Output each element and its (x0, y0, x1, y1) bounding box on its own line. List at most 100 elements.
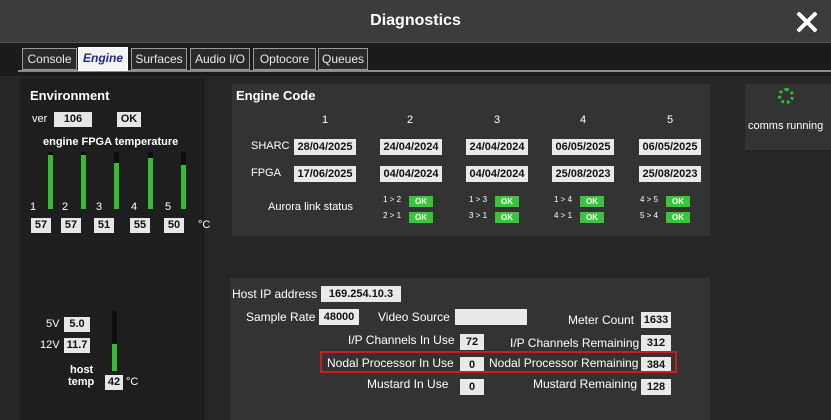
aurora-link-top-3: 1 > 4 (554, 195, 573, 204)
fpga-temp-bar-fill-3 (114, 163, 119, 209)
close-icon[interactable] (793, 8, 821, 36)
fpga-temp-value-1: 57 (31, 218, 51, 233)
ver-status: OK (117, 112, 141, 127)
host-ip-value: 169.254.10.3 (321, 286, 401, 302)
aurora-link-bottom-status-2: OK (495, 212, 519, 223)
voltage-5v-value: 5.0 (64, 317, 90, 332)
aurora-link-top-status-3: OK (580, 196, 604, 207)
sharc-date-1: 28/04/2025 (294, 139, 356, 155)
video-source-field[interactable] (455, 309, 527, 325)
host-temp-value: 42 (105, 375, 123, 390)
fpga-date-5: 25/08/2023 (639, 166, 701, 182)
aurora-link-bottom-4: 5 > 4 (640, 211, 659, 220)
fpga-temp-value-5: 50 (164, 218, 184, 233)
sharc-label: SHARC (251, 140, 290, 152)
host-temp-label-2: temp (68, 376, 95, 388)
engine-col-header-2: 2 (407, 114, 414, 126)
video-source-label: Video Source (378, 310, 450, 324)
fpga-temp-label-3: 3 (96, 201, 103, 213)
window-title: Diagnostics (370, 12, 461, 29)
engine-code-title: Engine Code (236, 88, 316, 103)
aurora-link-top-1: 1 > 2 (383, 195, 402, 204)
comms-status: comms running (748, 120, 824, 132)
aurora-link-top-status-1: OK (409, 196, 433, 207)
fpga-temp-value-3: 51 (94, 218, 114, 233)
fpga-temp-bar-3 (114, 152, 119, 209)
fpga-temp-value-2: 57 (61, 218, 81, 233)
aurora-link-top-status-4: OK (666, 196, 690, 207)
fpga-temp-bar-fill-1 (48, 155, 53, 209)
nodal-processor-highlight (320, 351, 677, 373)
aurora-link-bottom-status-3: OK (580, 212, 604, 223)
sharc-date-3: 24/04/2024 (466, 139, 528, 155)
aurora-link-bottom-2: 3 > 1 (469, 211, 488, 220)
engine-col-header-5: 5 (667, 114, 674, 126)
tab-surfaces[interactable]: Surfaces (131, 48, 187, 70)
sample-rate-label: Sample Rate (246, 310, 316, 324)
host-temp-label-1: host (70, 364, 94, 376)
host-temp-unit: °C (126, 376, 139, 388)
ver-label: ver (32, 113, 48, 125)
sharc-date-5: 06/05/2025 (639, 139, 701, 155)
fpga-row-label: FPGA (251, 167, 281, 179)
fpga-temp-value-4: 55 (130, 218, 150, 233)
aurora-link-top-2: 1 > 3 (469, 195, 488, 204)
fpga-date-2: 04/04/2024 (380, 166, 442, 182)
environment-title: Environment (30, 88, 110, 103)
aurora-link-top-status-2: OK (495, 196, 519, 207)
fpga-temp-bar-2 (81, 152, 86, 209)
meter-count-label: Meter Count (568, 313, 635, 327)
fpga-date-3: 04/04/2024 (466, 166, 528, 182)
fpga-temp-title: engine FPGA temperature (43, 136, 179, 148)
ip-remaining-value: 312 (641, 335, 671, 351)
fpga-temp-bar-fill-5 (181, 165, 186, 209)
fpga-temp-bar-fill-4 (148, 158, 153, 209)
ver-value: 106 (54, 112, 92, 127)
fpga-temp-label-4: 4 (131, 201, 138, 213)
ip-in-use-label: I/P Channels In Use (348, 333, 455, 347)
voltage-5v-label: 5V (46, 318, 60, 330)
engine-col-header-3: 3 (494, 114, 501, 126)
aurora-label: Aurora link status (268, 201, 353, 213)
host-temp-bar (112, 311, 117, 371)
ip-remaining-label: I/P Channels Remaining (510, 336, 640, 350)
host-ip-label: Host IP address (232, 287, 318, 301)
aurora-link-bottom-3: 4 > 1 (554, 211, 573, 220)
fpga-temp-bar-4 (148, 152, 153, 209)
mustard-in-use-label: Mustard In Use (367, 377, 449, 391)
fpga-temp-label-2: 2 (62, 201, 69, 213)
fpga-date-4: 25/08/2023 (552, 166, 614, 182)
voltage-12v-label: 12V (40, 339, 60, 351)
fpga-unit: °C (198, 219, 211, 231)
tab-queues[interactable]: Queues (318, 48, 368, 70)
sample-rate-value: 48000 (319, 309, 359, 325)
meter-count-value: 1633 (641, 312, 671, 328)
tab-audio-io[interactable]: Audio I/O (190, 48, 250, 70)
tab-optocore[interactable]: Optocore (253, 48, 316, 70)
sharc-date-2: 24/04/2024 (380, 139, 442, 155)
sharc-date-4: 06/05/2025 (552, 139, 614, 155)
voltage-12v-value: 11.7 (64, 338, 90, 353)
fpga-temp-label-1: 1 (30, 201, 37, 213)
fpga-temp-label-5: 5 (165, 201, 172, 213)
title-bar: Diagnostics (0, 0, 831, 42)
engine-col-header-1: 1 (322, 114, 329, 126)
tab-console[interactable]: Console (22, 48, 77, 70)
mustard-remaining-value: 128 (641, 379, 671, 395)
aurora-link-bottom-1: 2 > 1 (383, 211, 402, 220)
host-temp-bar-fill (112, 344, 117, 371)
aurora-link-bottom-status-4: OK (666, 212, 690, 223)
tab-divider (18, 70, 831, 72)
fpga-temp-bar-fill-2 (81, 155, 86, 209)
mustard-remaining-label: Mustard Remaining (533, 377, 638, 391)
fpga-temp-bar-5 (181, 152, 186, 209)
aurora-link-top-4: 4 > 5 (640, 195, 659, 204)
mustard-in-use-value: 0 (460, 379, 484, 395)
fpga-date-1: 17/06/2025 (294, 166, 356, 182)
spinner-icon (778, 88, 794, 104)
fpga-temp-bar-1 (48, 152, 53, 209)
engine-col-header-4: 4 (580, 114, 587, 126)
tab-engine[interactable]: Engine (78, 47, 128, 71)
ip-in-use-value: 72 (460, 334, 484, 350)
aurora-link-bottom-status-1: OK (409, 212, 433, 223)
